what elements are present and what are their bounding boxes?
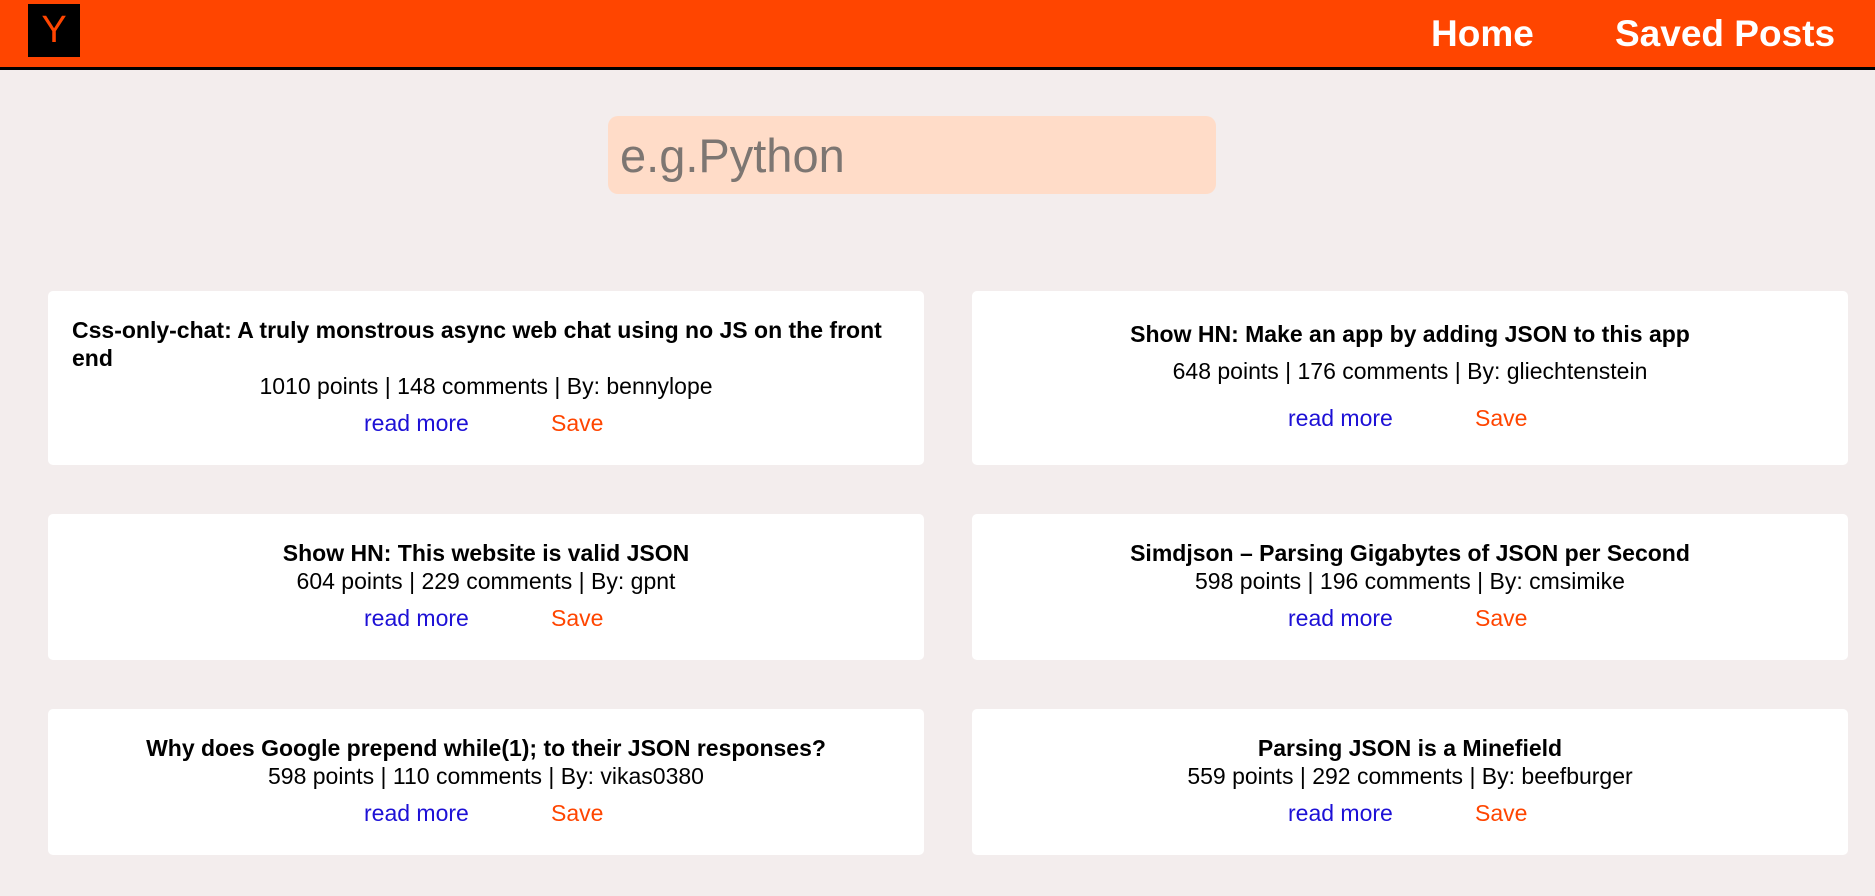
read-more-link[interactable]: read more [364, 409, 469, 437]
post-meta: 648 points | 176 comments | By: gliechte… [1172, 358, 1648, 384]
post-card: Why does Google prepend while(1); to the… [48, 709, 924, 855]
save-link[interactable]: Save [551, 799, 603, 827]
post-meta: 604 points | 229 comments | By: gpnt [296, 568, 676, 594]
read-more-link[interactable]: read more [1288, 799, 1393, 827]
logo-icon[interactable]: Y [28, 4, 80, 57]
search-input[interactable] [608, 116, 1216, 194]
post-meta: 598 points | 110 comments | By: vikas038… [268, 763, 704, 789]
post-title: Show HN: Make an app by adding JSON to t… [1130, 321, 1690, 347]
top-navbar: Y Home Saved Posts [0, 0, 1875, 70]
nav-home-link[interactable]: Home [1431, 12, 1534, 56]
post-card: Parsing JSON is a Minefield 559 points |… [972, 709, 1848, 855]
read-more-link[interactable]: read more [364, 604, 469, 632]
read-more-link[interactable]: read more [364, 799, 469, 827]
nav-saved-posts-link[interactable]: Saved Posts [1615, 12, 1835, 56]
post-meta: 559 points | 292 comments | By: beefburg… [1187, 763, 1633, 789]
post-card: Show HN: Make an app by adding JSON to t… [972, 291, 1848, 465]
post-title: Why does Google prepend while(1); to the… [146, 735, 826, 761]
save-link[interactable]: Save [1475, 404, 1527, 432]
post-card: Show HN: This website is valid JSON 604 … [48, 514, 924, 660]
save-link[interactable]: Save [551, 604, 603, 632]
post-title: Show HN: This website is valid JSON [282, 540, 690, 566]
post-title: Css-only-chat: A truly monstrous async w… [72, 317, 882, 371]
post-card: Css-only-chat: A truly monstrous async w… [48, 291, 924, 465]
save-link[interactable]: Save [1475, 604, 1527, 632]
save-link[interactable]: Save [1475, 799, 1527, 827]
post-title: Simdjson – Parsing Gigabytes of JSON per… [1130, 540, 1690, 566]
save-link[interactable]: Save [551, 409, 603, 437]
read-more-link[interactable]: read more [1288, 604, 1393, 632]
post-meta: 598 points | 196 comments | By: cmsimike [1195, 568, 1625, 594]
post-card: Simdjson – Parsing Gigabytes of JSON per… [972, 514, 1848, 660]
post-meta: 1010 points | 148 comments | By: bennylo… [259, 373, 713, 399]
read-more-link[interactable]: read more [1288, 404, 1393, 432]
post-title: Parsing JSON is a Minefield [1257, 735, 1563, 761]
